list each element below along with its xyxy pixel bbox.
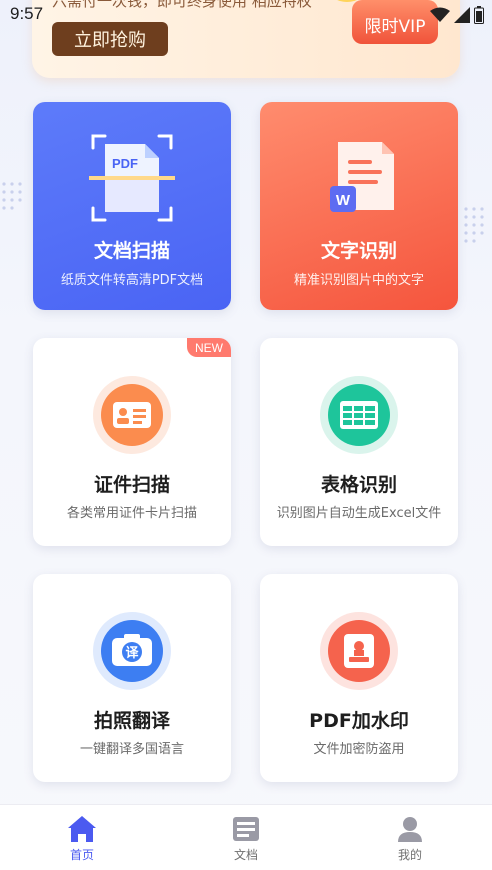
nav-item-home[interactable]: 首页 [0, 805, 164, 870]
card-title: 文档扫描 [93, 240, 170, 262]
card-id-scan[interactable]: NEW 证件扫描 各类常用证件卡片扫描 [33, 338, 231, 546]
card-title: 拍照翻译 [93, 710, 170, 732]
wifi-icon [430, 7, 450, 22]
card-subtitle: 文件加密防盗用 [313, 742, 405, 757]
card-title: 表格识别 [320, 474, 397, 496]
status-bar: 9:57 [0, 0, 492, 30]
card-pdf-watermark[interactable]: PDF加水印 文件加密防盗用 [260, 574, 458, 782]
camera-translate-icon: 译 [93, 612, 171, 690]
status-icons [430, 6, 484, 24]
card-subtitle: 纸质文件转高清PDF文档 [60, 273, 204, 288]
card-title: 文字识别 [320, 240, 397, 262]
nav-label: 我的 [397, 848, 422, 862]
nav-label: 文档 [233, 848, 258, 862]
nav-item-documents[interactable]: 文档 [164, 805, 328, 870]
table-icon [320, 376, 398, 454]
card-subtitle: 一键翻译多国语言 [79, 742, 184, 757]
svg-text:译: 译 [125, 646, 139, 661]
stamp-icon [320, 612, 398, 690]
card-subtitle: 识别图片自动生成Excel文件 [276, 506, 442, 521]
document-icon [233, 817, 259, 841]
new-badge: NEW [187, 338, 231, 357]
profile-icon [398, 817, 422, 842]
card-text-recognition[interactable]: W 文字识别 精准识别图片中的文字 [260, 102, 458, 310]
svg-text:W: W [336, 192, 351, 209]
decor-dots-icon [464, 207, 484, 243]
home-icon [68, 816, 96, 842]
card-subtitle: 各类常用证件卡片扫描 [66, 506, 197, 521]
document-scan-icon: PDF [89, 134, 175, 222]
card-table-recognition[interactable]: 表格识别 识别图片自动生成Excel文件 [260, 338, 458, 546]
card-title: 证件扫描 [93, 474, 170, 496]
card-photo-translate[interactable]: 译 拍照翻译 一键翻译多国语言 [33, 574, 231, 782]
status-time: 9:57 [10, 4, 44, 23]
decor-dots-icon [2, 182, 22, 210]
signal-icon [454, 7, 470, 23]
card-document-scan[interactable]: PDF 文档扫描 纸质文件转高清PDF文档 [33, 102, 231, 310]
id-card-icon [93, 376, 171, 454]
svg-text:PDF: PDF [112, 156, 138, 171]
card-subtitle: 精准识别图片中的文字 [293, 273, 424, 288]
nav-item-profile[interactable]: 我的 [328, 805, 492, 870]
bottom-nav: 首页 文档 我的 [0, 804, 492, 870]
text-recognition-icon: W [330, 142, 394, 212]
card-title: PDF加水印 [309, 710, 409, 732]
battery-icon [474, 6, 484, 24]
nav-label: 首页 [69, 848, 94, 862]
